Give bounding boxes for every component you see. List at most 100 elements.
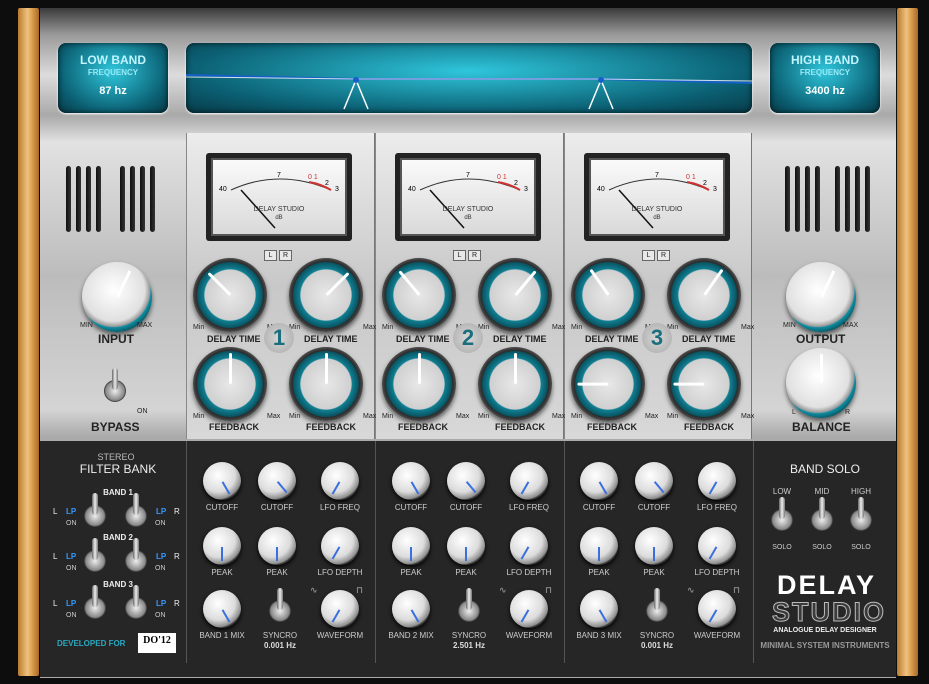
solo-low-label: LOW bbox=[772, 487, 792, 496]
knob-pointer bbox=[410, 609, 420, 623]
lr-left[interactable]: L bbox=[642, 250, 655, 261]
mod3-band-mix-knob[interactable] bbox=[580, 590, 618, 628]
mod1-cutoff-label-1: CUTOFF bbox=[260, 503, 294, 512]
ch3-max-label-2: Max bbox=[645, 413, 659, 420]
mod3-peak-left-knob[interactable] bbox=[580, 527, 618, 565]
band-1-right-toggle[interactable] bbox=[125, 493, 147, 527]
solo-low-toggle[interactable] bbox=[771, 497, 793, 531]
lr-selector-3[interactable]: LR bbox=[642, 250, 670, 261]
knob-pointer bbox=[598, 547, 600, 561]
mod3-waveform-knob[interactable] bbox=[698, 590, 736, 628]
mod2-lfo_freq-label-2: LFO FREQ bbox=[508, 503, 549, 512]
mod2-peak-right-knob[interactable] bbox=[447, 527, 485, 565]
mod2-band-mix-knob[interactable] bbox=[392, 590, 430, 628]
lr-left[interactable]: L bbox=[453, 250, 466, 261]
band-3-on-right: ON bbox=[155, 612, 166, 619]
input-max-label: MAX bbox=[137, 322, 153, 329]
mod2-syncro-toggle[interactable] bbox=[458, 588, 480, 622]
ch2-max-label-1: Max bbox=[552, 324, 566, 331]
mod3-syncro-toggle[interactable] bbox=[646, 588, 668, 622]
logo-tagline: ANALOGUE DELAY DESIGNER bbox=[773, 627, 877, 634]
vu-brand: DELAY STUDIO bbox=[442, 206, 494, 213]
mod3-wave-square-icon: ⊓ bbox=[733, 585, 741, 595]
ch3-delay-time-right-knob[interactable] bbox=[667, 258, 741, 332]
vu-meter-1: 40 7 0 1 2 3 DELAY STUDIO dB bbox=[206, 153, 352, 241]
ch2-feedback-right-knob[interactable] bbox=[478, 347, 552, 421]
mod2-waveform-knob[interactable] bbox=[510, 590, 548, 628]
band-3-r: R bbox=[174, 599, 180, 608]
band-3-left-toggle[interactable] bbox=[84, 585, 106, 619]
mod3-cutoff-right-knob[interactable] bbox=[635, 462, 673, 500]
mod1-band-mix-knob[interactable] bbox=[203, 590, 241, 628]
ch2-delay-time-label-left: DELAY TIME bbox=[396, 334, 450, 344]
ch1-feedback-right-knob[interactable] bbox=[289, 347, 363, 421]
knob-pointer bbox=[397, 270, 421, 296]
bypass-toggle[interactable] bbox=[104, 368, 126, 402]
ch3-delay-time-left-knob[interactable] bbox=[571, 258, 645, 332]
mod1-lfo-depth-knob[interactable] bbox=[321, 527, 359, 565]
mod3-peak-right-knob[interactable] bbox=[635, 527, 673, 565]
solo-high-toggle[interactable] bbox=[850, 497, 872, 531]
mod2-peak-left-knob[interactable] bbox=[392, 527, 430, 565]
band-2-on-right: ON bbox=[155, 565, 166, 572]
high-band-display[interactable]: HIGH BAND FREQUENCY 3400 hz bbox=[770, 43, 880, 113]
ch2-min-label-3: Min bbox=[478, 413, 490, 420]
solo-mid-toggle[interactable] bbox=[811, 497, 833, 531]
mod1-cutoff-left-knob[interactable] bbox=[203, 462, 241, 500]
ch1-min-label-2: Min bbox=[193, 413, 205, 420]
mod2-lfo-freq-knob[interactable] bbox=[510, 462, 548, 500]
lr-selector-2[interactable]: LR bbox=[453, 250, 481, 261]
ch1-delay-time-label-right: DELAY TIME bbox=[304, 334, 358, 344]
band-3-lp-left: LP bbox=[66, 599, 77, 608]
mod1-waveform-knob[interactable] bbox=[321, 590, 359, 628]
mod2-lfo-depth-knob[interactable] bbox=[510, 527, 548, 565]
band-2-label: BAND 2 bbox=[103, 533, 133, 542]
ch2-min-label-2: Min bbox=[382, 413, 394, 420]
low-band-display[interactable]: LOW BAND FREQUENCY 87 hz bbox=[58, 43, 168, 113]
ch2-feedback-label-right: FEEDBACK bbox=[495, 422, 546, 432]
toggle-lever bbox=[133, 538, 139, 560]
mod1-peak-left-knob[interactable] bbox=[203, 527, 241, 565]
ch2-delay-time-right-knob[interactable] bbox=[478, 258, 552, 332]
lr-selector-1[interactable]: LR bbox=[264, 250, 292, 261]
ch2-feedback-left-knob[interactable] bbox=[382, 347, 456, 421]
knob-pointer bbox=[513, 270, 537, 296]
mod3-lfo-freq-knob[interactable] bbox=[698, 462, 736, 500]
lr-left[interactable]: L bbox=[264, 250, 277, 261]
balance-knob[interactable] bbox=[786, 348, 856, 418]
ch3-feedback-right-knob[interactable] bbox=[667, 347, 741, 421]
ch3-min-label-0: Min bbox=[571, 324, 583, 331]
band-1-left-toggle[interactable] bbox=[84, 493, 106, 527]
knob-pointer bbox=[520, 481, 530, 495]
ch3-feedback-left-knob[interactable] bbox=[571, 347, 645, 421]
lr-right[interactable]: R bbox=[657, 250, 670, 261]
mod2-cutoff-right-knob[interactable] bbox=[447, 462, 485, 500]
vu-unit: dB bbox=[275, 215, 283, 221]
ch1-delay-time-right-knob[interactable] bbox=[289, 258, 363, 332]
vu-meter-3: 40 7 0 1 2 3 DELAY STUDIO dB bbox=[584, 153, 730, 241]
band-3-right-toggle[interactable] bbox=[125, 585, 147, 619]
mod1-lfo-freq-knob[interactable] bbox=[321, 462, 359, 500]
lr-right[interactable]: R bbox=[468, 250, 481, 261]
mod3-lfo-depth-knob[interactable] bbox=[698, 527, 736, 565]
delay-studio-plugin: LOW BAND FREQUENCY 87 hz HIGH BAND FREQU… bbox=[0, 0, 929, 684]
mod2-cutoff-label-1: CUTOFF bbox=[449, 503, 483, 512]
knob-pointer bbox=[513, 352, 517, 384]
mod1-syncro-toggle[interactable] bbox=[269, 588, 291, 622]
ch3-min-label-2: Min bbox=[571, 413, 583, 420]
mod3-lfo_depth-label-5: LFO DEPTH bbox=[694, 568, 740, 577]
band-2-right-toggle[interactable] bbox=[125, 538, 147, 572]
ch2-delay-time-left-knob[interactable] bbox=[382, 258, 456, 332]
vu-scale-right: 2 bbox=[325, 180, 329, 187]
mod3-cutoff-left-knob[interactable] bbox=[580, 462, 618, 500]
lr-right[interactable]: R bbox=[279, 250, 292, 261]
mod2-cutoff-left-knob[interactable] bbox=[392, 462, 430, 500]
ch1-feedback-left-knob[interactable] bbox=[193, 347, 267, 421]
eq-curve-display[interactable] bbox=[185, 43, 753, 113]
knob-pointer bbox=[417, 352, 421, 384]
ch1-delay-time-left-knob[interactable] bbox=[193, 258, 267, 332]
mod3-syncro-label: SYNCRO bbox=[639, 631, 675, 640]
band-2-left-toggle[interactable] bbox=[84, 538, 106, 572]
mod1-peak-right-knob[interactable] bbox=[258, 527, 296, 565]
mod1-cutoff-right-knob[interactable] bbox=[258, 462, 296, 500]
